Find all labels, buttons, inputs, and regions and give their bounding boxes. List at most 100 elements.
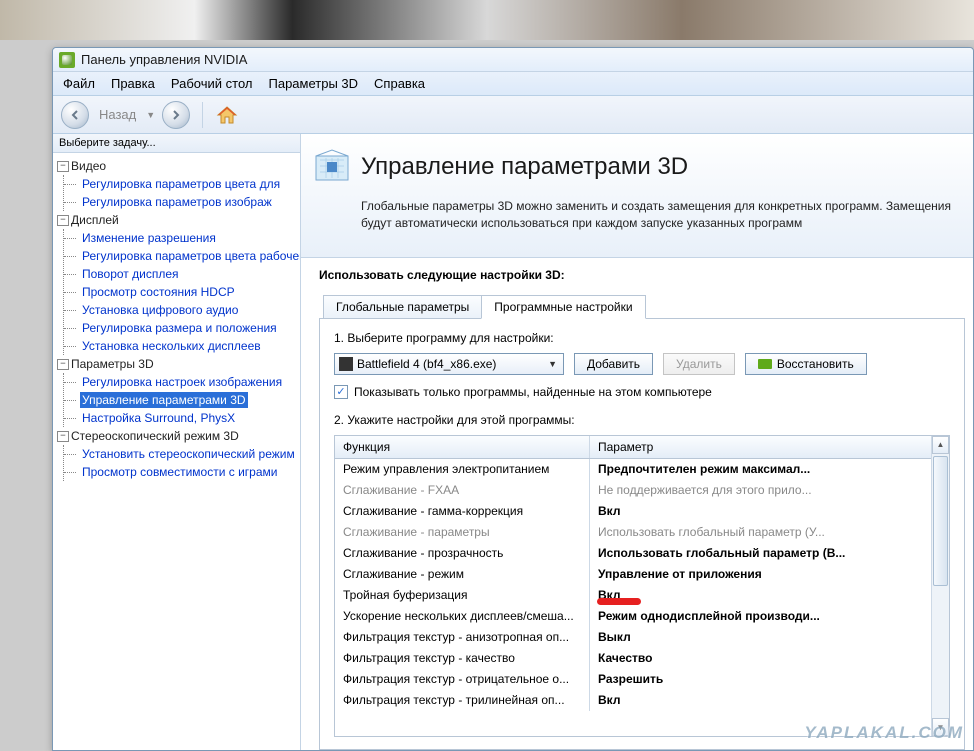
nvidia-control-panel-window: Панель управления NVIDIA Файл Правка Раб… — [52, 47, 974, 751]
table-row[interactable]: Сглаживание - FXAAНе поддерживается для … — [335, 480, 931, 501]
checkbox-row[interactable]: ✓ Показывать только программы, найденные… — [334, 385, 950, 399]
cell-parameter: Предпочтителен режим максимал... — [590, 459, 931, 480]
tree-surround-physx[interactable]: Настройка Surround, PhysX — [80, 410, 237, 426]
cell-parameter: Не поддерживается для этого прило... — [590, 480, 931, 501]
checkbox-label: Показывать только программы, найденные н… — [354, 385, 712, 399]
table-row[interactable]: Фильтрация текстур - трилинейная оп...Вк… — [335, 690, 931, 711]
section-heading: Использовать следующие настройки 3D: — [319, 268, 965, 282]
back-label: Назад — [99, 107, 136, 122]
collapse-icon[interactable]: − — [57, 161, 69, 172]
scrollbar[interactable]: ▲ ▼ — [931, 436, 949, 736]
menu-desktop[interactable]: Рабочий стол — [171, 76, 253, 91]
cell-parameter: Вкл — [590, 585, 931, 606]
collapse-icon[interactable]: − — [57, 215, 69, 226]
tree-size-pos[interactable]: Регулировка размера и положения — [80, 320, 279, 336]
tree-image-settings[interactable]: Регулировка настроек изображения — [80, 374, 284, 390]
content-row: Выберите задачу... −Видео Регулировка па… — [53, 134, 973, 750]
cell-function: Сглаживание - параметры — [335, 522, 590, 543]
cell-function: Тройная буферизация — [335, 585, 590, 606]
menubar: Файл Правка Рабочий стол Параметры 3D Сп… — [53, 72, 973, 96]
tabs: Глобальные параметры Программные настрой… — [323, 295, 965, 319]
tree-stereo[interactable]: Стереоскопический режим 3D — [71, 427, 239, 445]
col-parameter[interactable]: Параметр — [590, 436, 931, 458]
tree-3d-params[interactable]: Параметры 3D — [71, 355, 154, 373]
cell-parameter: Качество — [590, 648, 931, 669]
table-row[interactable]: Фильтрация текстур - качествоКачество — [335, 648, 931, 669]
background-strip — [0, 0, 974, 40]
tree-display[interactable]: Дисплей — [71, 211, 119, 229]
cell-function: Сглаживание - FXAA — [335, 480, 590, 501]
collapse-icon[interactable]: − — [57, 431, 69, 442]
home-icon[interactable] — [215, 104, 239, 126]
page-header: Управление параметрами 3D Глобальные пар… — [301, 134, 973, 258]
table-row[interactable]: Сглаживание - параметрыИспользовать глоб… — [335, 522, 931, 543]
tree-desktop-color[interactable]: Регулировка параметров цвета рабочего — [80, 248, 300, 264]
menu-help[interactable]: Справка — [374, 76, 425, 91]
cell-function: Фильтрация текстур - качество — [335, 648, 590, 669]
cell-parameter: Использовать глобальный параметр (У... — [590, 522, 931, 543]
window-title: Панель управления NVIDIA — [81, 52, 247, 67]
cell-function: Сглаживание - режим — [335, 564, 590, 585]
remove-button: Удалить — [663, 353, 735, 375]
restore-button[interactable]: Восстановить — [745, 353, 867, 375]
tree-game-compat[interactable]: Просмотр совместимости с играми — [80, 464, 279, 480]
tab-program[interactable]: Программные настройки — [481, 295, 645, 319]
table-row[interactable]: Сглаживание - прозрачностьИспользовать г… — [335, 543, 931, 564]
cell-function: Сглаживание - гамма-коррекция — [335, 501, 590, 522]
table-row[interactable]: Сглаживание - гамма-коррекцияВкл — [335, 501, 931, 522]
scroll-thumb[interactable] — [933, 456, 948, 586]
cell-function: Режим управления электропитанием — [335, 459, 590, 480]
highlight-mark — [597, 598, 641, 605]
cell-parameter: Управление от приложения — [590, 564, 931, 585]
tree-audio[interactable]: Установка цифрового аудио — [80, 302, 240, 318]
sidebar: Выберите задачу... −Видео Регулировка па… — [53, 134, 301, 750]
tree-video-image[interactable]: Регулировка параметров изображ — [80, 194, 274, 210]
cell-parameter: Вкл — [590, 501, 931, 522]
col-function[interactable]: Функция — [335, 436, 590, 458]
menu-3d-params[interactable]: Параметры 3D — [269, 76, 359, 91]
cell-parameter: Режим однодисплейной производи... — [590, 606, 931, 627]
page-description: Глобальные параметры 3D можно заменить и… — [313, 198, 961, 233]
tree-manage-3d[interactable]: Управление параметрами 3D — [80, 392, 248, 408]
step2-label: 2. Укажите настройки для этой программы: — [334, 413, 950, 427]
forward-button[interactable] — [162, 101, 190, 129]
settings-grid: Функция Параметр Режим управления электр… — [334, 435, 950, 737]
menu-file[interactable]: Файл — [63, 76, 95, 91]
back-button[interactable] — [61, 101, 89, 129]
watermark: YAPLAKAL.COM — [804, 723, 964, 743]
tree-hdcp[interactable]: Просмотр состояния HDCP — [80, 284, 237, 300]
chevron-down-icon: ▼ — [546, 359, 559, 369]
checkbox-show-only-found[interactable]: ✓ — [334, 385, 348, 399]
cell-function: Фильтрация текстур - отрицательное о... — [335, 669, 590, 690]
step1-label: 1. Выберите программу для настройки: — [334, 331, 950, 345]
cell-parameter: Вкл — [590, 690, 931, 711]
tree-stereo-set[interactable]: Установить стереоскопический режим — [80, 446, 297, 462]
program-select[interactable]: Battlefield 4 (bf4_x86.exe) ▼ — [334, 353, 564, 375]
collapse-icon[interactable]: − — [57, 359, 69, 370]
cell-parameter: Выкл — [590, 627, 931, 648]
task-tree: −Видео Регулировка параметров цвета для … — [53, 153, 300, 750]
menu-edit[interactable]: Правка — [111, 76, 155, 91]
add-button[interactable]: Добавить — [574, 353, 653, 375]
sidebar-header: Выберите задачу... — [53, 134, 300, 153]
titlebar[interactable]: Панель управления NVIDIA — [53, 48, 973, 72]
table-row[interactable]: Фильтрация текстур - отрицательное о...Р… — [335, 669, 931, 690]
cell-function: Фильтрация текстур - анизотропная оп... — [335, 627, 590, 648]
tree-video[interactable]: Видео — [71, 157, 106, 175]
back-dropdown-icon[interactable]: ▼ — [146, 110, 156, 120]
tab-content: 1. Выберите программу для настройки: Bat… — [319, 318, 965, 750]
nvidia-chip-icon — [758, 359, 772, 369]
scroll-up-icon[interactable]: ▲ — [932, 436, 949, 454]
page-title: Управление параметрами 3D — [361, 153, 688, 181]
table-row[interactable]: Сглаживание - режимУправление от приложе… — [335, 564, 931, 585]
tree-rotate[interactable]: Поворот дисплея — [80, 266, 181, 282]
tree-multi-display[interactable]: Установка нескольких дисплеев — [80, 338, 263, 354]
table-row[interactable]: Режим управления электропитаниемПредпочт… — [335, 459, 931, 480]
program-select-text: Battlefield 4 (bf4_x86.exe) — [357, 357, 542, 371]
tree-resolution[interactable]: Изменение разрешения — [80, 230, 218, 246]
table-row[interactable]: Ускорение нескольких дисплеев/смеша...Ре… — [335, 606, 931, 627]
tree-video-color[interactable]: Регулировка параметров цвета для — [80, 176, 282, 192]
tab-global[interactable]: Глобальные параметры — [323, 295, 482, 319]
table-row[interactable]: Фильтрация текстур - анизотропная оп...В… — [335, 627, 931, 648]
toolbar-divider — [202, 102, 203, 128]
